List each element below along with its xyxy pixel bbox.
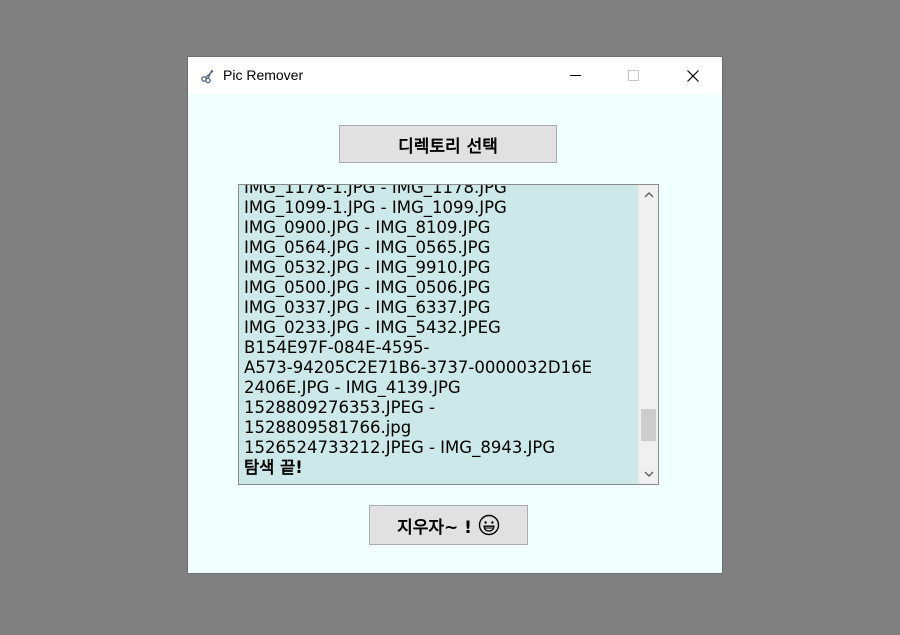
list-item[interactable]: IMG_0900.JPG - IMG_8109.JPG: [244, 218, 636, 238]
app-window: Pic Remover 디렉토리 선택 IMG_1178-1.JPG - IMG…: [187, 56, 723, 574]
close-button[interactable]: [664, 57, 722, 94]
minimize-icon: [570, 75, 581, 76]
maximize-icon: [628, 70, 639, 81]
vertical-scrollbar[interactable]: [638, 185, 658, 484]
scroll-down-button[interactable]: [639, 464, 658, 484]
scroll-thumb[interactable]: [641, 409, 656, 441]
maximize-button[interactable]: [605, 57, 663, 94]
list-item[interactable]: IMG_1178-1.JPG - IMG_1178.JPG: [244, 185, 636, 198]
close-icon: [687, 70, 699, 82]
chevron-down-icon: [644, 471, 653, 477]
result-lines: IMG_1178-1.JPG - IMG_1178.JPG IMG_1099-1.…: [244, 185, 636, 478]
list-item[interactable]: IMG_0337.JPG - IMG_6337.JPG: [244, 298, 636, 318]
scissors-icon: [200, 68, 216, 84]
list-item[interactable]: IMG_0500.JPG - IMG_0506.JPG: [244, 278, 636, 298]
delete-button[interactable]: 지우자~ !: [369, 505, 528, 545]
smiley-icon: [478, 514, 500, 536]
list-item[interactable]: IMG_0233.JPG - IMG_5432.JPEG: [244, 318, 636, 338]
list-item[interactable]: IMG_0564.JPG - IMG_0565.JPG: [244, 238, 636, 258]
status-line: 탐색 끝!: [244, 458, 303, 477]
window-title: Pic Remover: [223, 67, 304, 83]
list-item[interactable]: B154E97F-084E-4595-: [244, 338, 636, 358]
list-item[interactable]: 2406E.JPG - IMG_4139.JPG: [244, 378, 636, 398]
list-item[interactable]: IMG_1099-1.JPG - IMG_1099.JPG: [244, 198, 636, 218]
delete-button-label: 지우자~ !: [397, 517, 472, 538]
list-item[interactable]: 1528809581766.jpg: [244, 418, 636, 438]
title-bar[interactable]: Pic Remover: [188, 57, 722, 94]
list-item[interactable]: 1526524733212.JPEG - IMG_8943.JPG: [244, 438, 636, 458]
select-directory-button[interactable]: 디렉토리 선택: [339, 125, 557, 163]
result-listbox[interactable]: IMG_1178-1.JPG - IMG_1178.JPG IMG_1099-1.…: [238, 184, 659, 485]
chevron-up-icon: [644, 192, 653, 198]
minimize-button[interactable]: [547, 57, 605, 94]
list-item[interactable]: IMG_0532.JPG - IMG_9910.JPG: [244, 258, 636, 278]
list-item[interactable]: A573-94205C2E71B6-3737-0000032D16E: [244, 358, 636, 378]
list-item[interactable]: 1528809276353.JPEG -: [244, 398, 636, 418]
scroll-up-button[interactable]: [639, 185, 658, 205]
